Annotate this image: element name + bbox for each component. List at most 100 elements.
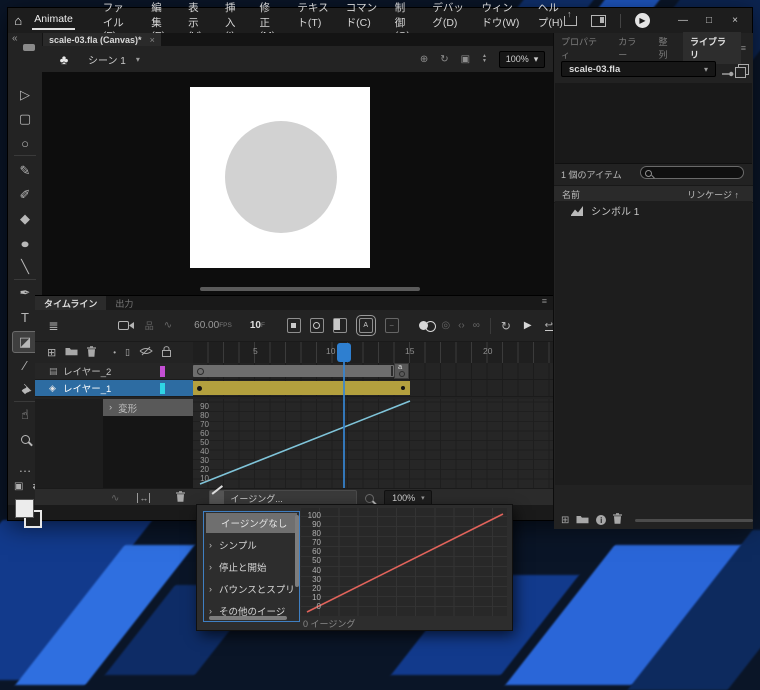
library-horizontal-scrollbar[interactable] [635, 519, 753, 522]
zoom-stepper[interactable]: ▲▼ [482, 54, 487, 64]
fill-color-swatch[interactable] [15, 499, 34, 518]
delete-item-button[interactable] [613, 513, 622, 527]
property-row-transform[interactable]: › 変形 [103, 399, 193, 416]
toolbar-grip[interactable] [23, 44, 35, 51]
lock-layers-icon[interactable] [162, 346, 171, 360]
play-button[interactable]: ▶ [524, 320, 532, 331]
hide-layers-icon[interactable] [139, 346, 153, 359]
new-library-panel-icon[interactable] [738, 64, 749, 75]
new-symbol-button[interactable]: ⊞ [561, 515, 569, 526]
curve-icon[interactable]: ∿ [111, 493, 119, 504]
easing-graph-area[interactable] [193, 399, 553, 488]
layer-color-chip[interactable] [160, 383, 165, 394]
layer-name[interactable]: レイヤー_1 [63, 381, 111, 395]
rewind-button[interactable]: ↩ [545, 321, 553, 331]
layer-name[interactable]: レイヤー_2 [63, 364, 111, 378]
layer-parenting-icon[interactable]: 品 [145, 319, 154, 332]
new-folder-button[interactable] [65, 346, 78, 359]
pin-library-icon[interactable] [722, 65, 734, 83]
delete-layer-button[interactable] [87, 346, 96, 360]
auto-keyframe-button[interactable]: A [359, 318, 373, 333]
easing-preset-item[interactable]: › シンプル [204, 534, 299, 556]
magnifier-icon[interactable] [365, 494, 374, 503]
panel-menu-icon[interactable]: ≡ [741, 43, 753, 53]
stage-zoom-select[interactable]: 100% ▾ [499, 51, 545, 68]
clip-content-icon[interactable]: ▣ [461, 54, 470, 65]
easing-preset-list[interactable]: イージングなし › シンプル › 停止と開始 › バウンスとスプリ › その他の… [203, 511, 300, 622]
properties-icon[interactable]: i [596, 515, 606, 525]
frame-span[interactable] [193, 365, 394, 377]
onion-skin-icon[interactable] [419, 320, 434, 332]
panel-menu-icon[interactable]: ≡ [542, 296, 553, 310]
highlight-dot-icon[interactable]: • [113, 348, 116, 357]
edit-multiple-frames-icon[interactable]: ‹› [458, 320, 465, 331]
insert-keyframe-button[interactable] [310, 318, 324, 333]
popup-horizontal-scrollbar[interactable] [209, 616, 287, 620]
popup-vertical-scrollbar[interactable] [295, 515, 299, 587]
insert-frame-button[interactable] [287, 318, 301, 333]
fps-value[interactable]: 60.00 [194, 320, 219, 331]
timeline-zoom-select[interactable]: 100% ▾ [384, 490, 432, 506]
layer1-frames[interactable] [193, 380, 553, 397]
library-document-select[interactable]: scale-03.fla ▾ [561, 61, 716, 77]
oval-tool[interactable]: ● [9, 233, 42, 253]
new-folder-button[interactable] [576, 514, 589, 527]
remove-frame-button[interactable]: – [385, 318, 399, 333]
layer2-frames[interactable]: a [193, 363, 553, 380]
selection-tool[interactable]: ▷ [12, 85, 38, 105]
app-name[interactable]: Animate [32, 11, 75, 30]
stage-horizontal-scrollbar[interactable] [200, 287, 420, 291]
maximize-button[interactable]: □ [696, 8, 722, 33]
timeline-ruler[interactable]: 5101520 [193, 342, 553, 364]
stage-pasteboard[interactable] [42, 72, 553, 295]
current-frame-value[interactable]: 10 [250, 320, 261, 331]
layer-depth-icon[interactable]: ≣ [35, 319, 72, 333]
share-icon[interactable]: ↑ [564, 16, 577, 26]
library-search-input[interactable] [640, 166, 744, 179]
line-tool[interactable]: ╲ [12, 257, 38, 277]
layer-color-chip[interactable] [160, 366, 165, 377]
easing-preset-item[interactable]: イージングなし [206, 513, 297, 533]
fit-frames-icon[interactable]: ↔ [137, 493, 150, 503]
close-tab-icon[interactable]: × [150, 35, 155, 45]
easing-preset-item[interactable]: › バウンスとスプリ [204, 578, 299, 600]
playhead[interactable] [337, 343, 351, 362]
outline-toggle-icon[interactable]: ▯ [125, 347, 130, 358]
rotate-view-icon[interactable]: ↻ [440, 54, 448, 65]
scene-name[interactable]: シーン 1 [88, 52, 126, 67]
action-keyframe[interactable]: a [394, 363, 409, 379]
insert-blank-keyframe-button[interactable] [333, 318, 347, 333]
collapse-toolbar-icon[interactable]: « [12, 33, 18, 44]
eraser-tool[interactable]: ◆ [12, 209, 38, 229]
library-item-row[interactable]: シンボル 1 [555, 201, 752, 220]
layer-row-1[interactable]: ◈ レイヤー_1 [35, 380, 193, 397]
minimize-button[interactable]: — [670, 8, 696, 33]
tab-library[interactable]: ライブラリ [683, 32, 741, 64]
workspace-icon[interactable] [591, 15, 606, 27]
delete-property-button[interactable] [176, 491, 185, 505]
camera-icon[interactable] [118, 320, 135, 331]
loop-playback-icon[interactable]: ↻ [501, 319, 511, 333]
close-button[interactable]: × [722, 8, 748, 33]
expand-chevron-icon[interactable]: › [109, 402, 112, 413]
center-stage-icon[interactable]: ⊕ [420, 54, 428, 65]
lasso-tool[interactable]: ○ [12, 133, 38, 153]
graph-editor-icon[interactable]: ∿ [164, 320, 172, 331]
tab-timeline[interactable]: タイムライン [35, 296, 106, 310]
home-icon[interactable]: ⌂ [8, 13, 28, 28]
easing-button[interactable]: イージング... [209, 490, 357, 506]
default-colors-icon[interactable]: ▣ [14, 481, 23, 492]
link-icon[interactable]: ∞ [473, 320, 480, 331]
tab-output[interactable]: 出力 [106, 296, 142, 310]
column-name[interactable]: 名前 [562, 188, 580, 201]
classic-brush-tool[interactable]: ✐ [12, 185, 38, 205]
tab-align[interactable]: 整列 [651, 32, 683, 64]
column-linkage[interactable]: リンケージ ↑ [687, 188, 739, 201]
new-layer-button[interactable]: ⊞ [47, 346, 56, 359]
scene-chevron-icon[interactable]: ▾ [136, 55, 140, 64]
stage-canvas[interactable] [190, 87, 370, 268]
fluid-brush-tool[interactable]: ✎ [12, 161, 38, 181]
circle-shape[interactable] [225, 121, 337, 233]
scene-icon[interactable]: ♣ [54, 50, 74, 68]
tab-properties[interactable]: プロパティ [554, 32, 611, 64]
